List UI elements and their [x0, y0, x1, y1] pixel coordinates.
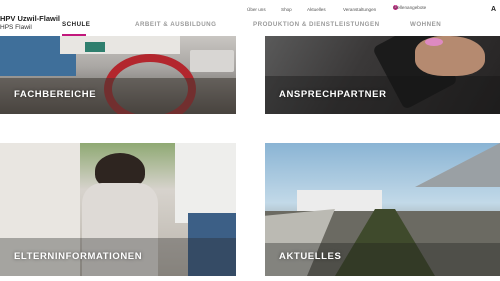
page: HPV Uzwil-Flawil HPS Flawil Über uns Sho… [0, 0, 500, 281]
tile-ansprechpartner[interactable]: ANSPRECHPARTNER [265, 36, 500, 114]
nav-item-arbeit-ausbildung[interactable]: ARBEIT & AUSBILDUNG [135, 21, 216, 28]
language-switch[interactable]: A [491, 6, 496, 13]
nav-item-wohnen[interactable]: WOHNEN [410, 21, 441, 28]
tile-aktuelles[interactable]: AKTUELLES [265, 143, 500, 276]
tile-image [265, 36, 500, 114]
tile-label-aktuelles: AKTUELLES [279, 251, 342, 262]
utility-nav: Über uns Shop Aktuelles Veranstaltungen … [0, 4, 500, 16]
utility-link-shop[interactable]: Shop [281, 7, 292, 12]
tile-fachbereiche[interactable]: FACHBEREICHE [0, 36, 236, 114]
utility-link-veranstaltungen[interactable]: Veranstaltungen [343, 7, 376, 12]
tile-label-fachbereiche: FACHBEREICHE [14, 89, 97, 100]
tile-label-ansprechpartner: ANSPRECHPARTNER [279, 89, 387, 100]
utility-link-ueber-uns[interactable]: Über uns [247, 7, 266, 12]
stellenangebote-label: Stellenangebote [393, 4, 427, 10]
utility-link-aktuelles[interactable]: Aktuelles [307, 7, 326, 12]
tile-elterninformationen[interactable]: ELTERNINFORMATIONEN [0, 143, 236, 276]
main-nav: SCHULE ARBEIT & AUSBILDUNG PRODUKTION & … [0, 21, 500, 33]
tile-image [0, 36, 236, 114]
tile-label-elterninformationen: ELTERNINFORMATIONEN [14, 251, 143, 262]
nav-item-produktion-dienstleistungen[interactable]: PRODUKTION & DIENSTLEISTUNGEN [253, 21, 380, 28]
nav-item-schule[interactable]: SCHULE [62, 21, 90, 28]
